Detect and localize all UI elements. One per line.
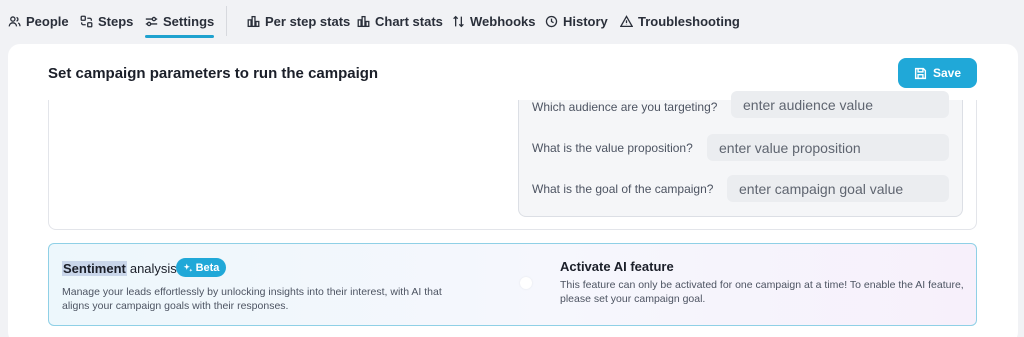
save-icon bbox=[914, 67, 927, 79]
settings-card: Set campaign parameters to run the campa… bbox=[8, 44, 1018, 337]
audience-input[interactable] bbox=[731, 91, 949, 118]
tab-people-label: People bbox=[26, 13, 69, 29]
ai-feature-description: This feature can only be activated for o… bbox=[560, 279, 964, 305]
tab-per-step-stats[interactable]: Per step stats bbox=[247, 10, 350, 32]
tab-webhooks[interactable]: Webhooks bbox=[452, 10, 536, 32]
tab-troubleshooting-label: Troubleshooting bbox=[638, 13, 740, 29]
clock-icon bbox=[545, 15, 558, 27]
campaign-parameters-form: Which audience are you targeting? What i… bbox=[518, 91, 963, 217]
tab-history-label: History bbox=[563, 13, 608, 29]
tab-people[interactable]: People bbox=[8, 10, 69, 32]
people-icon bbox=[8, 15, 21, 26]
sentiment-title: Sentiment analysis bbox=[62, 261, 177, 276]
tab-per-step-stats-label: Per step stats bbox=[265, 13, 351, 29]
sort-arrows-icon bbox=[453, 15, 464, 27]
tab-settings-label: Settings bbox=[163, 13, 215, 29]
sentiment-description: Manage your leads effortlessly by unlock… bbox=[62, 286, 442, 312]
value-proposition-label: What is the value proposition? bbox=[532, 141, 693, 155]
warning-icon bbox=[620, 14, 633, 27]
save-button-label: Save bbox=[932, 66, 962, 80]
ai-feature-title: Activate AI feature bbox=[560, 259, 674, 274]
tab-webhooks-label: Webhooks bbox=[470, 13, 536, 29]
nav-divider bbox=[226, 6, 227, 36]
audience-label: Which audience are you targeting? bbox=[532, 100, 718, 114]
page-title: Set campaign parameters to run the campa… bbox=[48, 65, 379, 82]
sentiment-analysis-box: Sentiment analysis Beta Manage your lead… bbox=[48, 243, 977, 326]
tab-chart-stats-label: Chart stats bbox=[375, 13, 443, 29]
campaign-goal-input[interactable] bbox=[727, 175, 949, 202]
tab-settings[interactable]: Settings bbox=[145, 10, 215, 38]
sentiment-title-highlight: Sentiment bbox=[62, 261, 127, 276]
tab-history[interactable]: History bbox=[545, 10, 608, 32]
save-button[interactable]: Save bbox=[898, 58, 977, 88]
tab-steps-label: Steps bbox=[98, 13, 134, 29]
tab-steps[interactable]: Steps bbox=[80, 10, 133, 32]
sparkle-icon bbox=[183, 263, 192, 272]
beta-badge: Beta bbox=[176, 258, 226, 277]
ai-feature-toggle[interactable] bbox=[520, 277, 532, 289]
value-proposition-input[interactable] bbox=[707, 134, 949, 161]
sentiment-title-rest: analysis bbox=[129, 261, 177, 276]
sliders-icon bbox=[145, 16, 158, 26]
tab-chart-stats[interactable]: Chart stats bbox=[357, 10, 443, 32]
steps-icon bbox=[80, 15, 93, 27]
bar-chart-icon bbox=[357, 15, 370, 27]
campaign-goal-label: What is the goal of the campaign? bbox=[532, 182, 714, 196]
beta-badge-label: Beta bbox=[195, 261, 220, 274]
tab-troubleshooting[interactable]: Troubleshooting bbox=[620, 10, 740, 32]
bar-chart-icon bbox=[247, 15, 260, 27]
top-nav: People Steps Settings Per step stats Cha… bbox=[0, 0, 1024, 42]
